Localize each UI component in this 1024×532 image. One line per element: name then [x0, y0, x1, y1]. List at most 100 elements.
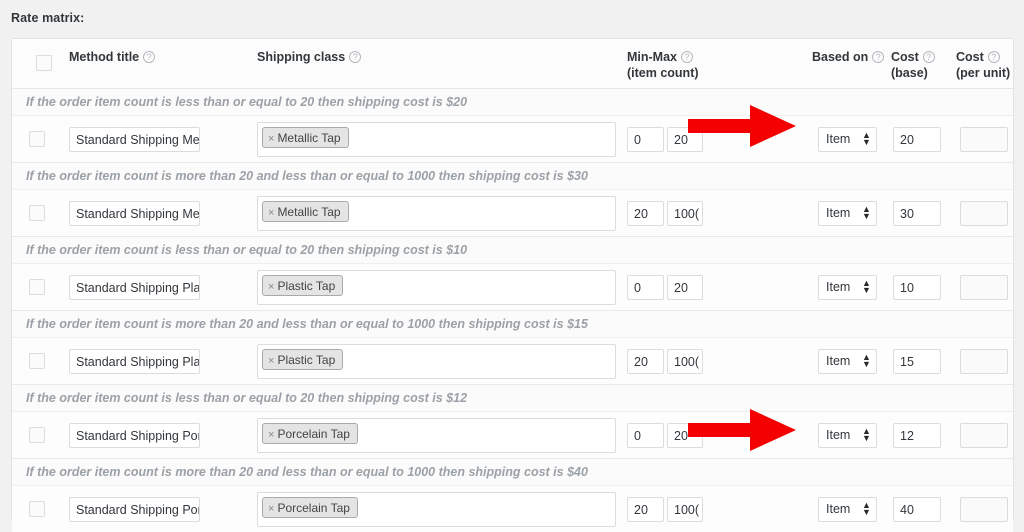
shipping-class-chip[interactable]: × Metallic Tap — [262, 127, 349, 148]
column-header-cost-per-unit-label: Cost — [956, 50, 984, 64]
cost-base-input[interactable]: 20 — [893, 127, 941, 152]
max-input[interactable]: 100( — [667, 349, 703, 374]
shipping-class-chip-label: Metallic Tap — [277, 205, 341, 219]
table-row: If the order item count is less than or … — [12, 237, 1013, 311]
column-header-cost-per-unit: Cost? (per unit) — [956, 49, 1010, 81]
cost-per-unit-input[interactable] — [960, 497, 1008, 522]
help-icon[interactable]: ? — [349, 51, 362, 63]
cost-per-unit-input[interactable] — [960, 201, 1008, 226]
row-select-checkbox[interactable] — [29, 205, 45, 221]
chevron-updown-icon: ▲ ▼ — [862, 352, 871, 369]
max-input[interactable]: 20 — [667, 127, 703, 152]
cost-base-input[interactable]: 15 — [893, 349, 941, 374]
chevron-updown-icon: ▲ ▼ — [862, 500, 871, 517]
chevron-updown-icon: ▲ ▼ — [862, 130, 871, 147]
chip-remove-icon[interactable]: × — [268, 281, 274, 293]
column-header-based-on-label: Based on — [812, 50, 869, 64]
method-title-input[interactable]: Standard Shipping Pla — [69, 275, 200, 300]
cost-base-input[interactable]: 30 — [893, 201, 941, 226]
method-title-input[interactable]: Standard Shipping Pla — [69, 349, 200, 374]
method-title-input[interactable]: Standard Shipping Por — [69, 423, 200, 448]
table-header: Method title? Shipping class? Min-Max? (… — [12, 39, 1013, 89]
rule-fields: Standard Shipping Por × Porcelain Tap 20 … — [12, 486, 1013, 532]
min-input[interactable]: 20 — [627, 349, 664, 374]
based-on-select[interactable]: Item ▲ ▼ — [818, 349, 877, 374]
chip-remove-icon[interactable]: × — [268, 355, 274, 367]
column-header-cost-base-sub: (base) — [891, 66, 928, 80]
shipping-class-chip[interactable]: × Plastic Tap — [262, 349, 344, 370]
based-on-select-value: Item — [826, 428, 851, 442]
chip-remove-icon[interactable]: × — [268, 503, 274, 515]
column-header-cost-base-label: Cost — [891, 50, 919, 64]
based-on-select-value: Item — [826, 206, 851, 220]
rule-fields: Standard Shipping Pla × Plastic Tap 0 20 … — [12, 264, 1013, 311]
column-header-method-title: Method title? — [69, 49, 156, 65]
rule-description: If the order item count is less than or … — [12, 385, 1013, 412]
row-select-checkbox[interactable] — [29, 427, 45, 443]
max-input[interactable]: 100( — [667, 201, 703, 226]
max-input[interactable]: 20 — [667, 423, 703, 448]
based-on-select[interactable]: Item ▲ ▼ — [818, 275, 877, 300]
chevron-updown-icon: ▲ ▼ — [862, 204, 871, 221]
shipping-class-input[interactable]: × Metallic Tap — [257, 196, 616, 231]
page-title: Rate matrix: — [11, 11, 85, 25]
shipping-class-chip[interactable]: × Porcelain Tap — [262, 423, 358, 444]
shipping-class-chip-label: Plastic Tap — [277, 279, 336, 293]
based-on-select[interactable]: Item ▲ ▼ — [818, 201, 877, 226]
method-title-input[interactable]: Standard Shipping Me — [69, 127, 200, 152]
rule-description: If the order item count is less than or … — [12, 89, 1013, 116]
help-icon[interactable]: ? — [872, 51, 885, 63]
row-select-checkbox[interactable] — [29, 501, 45, 517]
min-input[interactable]: 0 — [627, 275, 664, 300]
cost-per-unit-input[interactable] — [960, 275, 1008, 300]
column-header-cost-per-unit-sub: (per unit) — [956, 66, 1011, 80]
shipping-class-input[interactable]: × Metallic Tap — [257, 122, 616, 157]
min-input[interactable]: 20 — [627, 201, 664, 226]
help-icon[interactable]: ? — [143, 51, 156, 63]
column-header-cost-base: Cost? (base) — [891, 49, 935, 81]
based-on-select-value: Item — [826, 280, 851, 294]
method-title-input[interactable]: Standard Shipping Por — [69, 497, 200, 522]
table-row: If the order item count is more than 20 … — [12, 459, 1013, 532]
select-all-checkbox[interactable] — [36, 55, 52, 71]
row-select-checkbox[interactable] — [29, 131, 45, 147]
max-input[interactable]: 100( — [667, 497, 703, 522]
help-icon[interactable]: ? — [681, 51, 693, 63]
cost-base-input[interactable]: 12 — [893, 423, 941, 448]
help-icon[interactable]: ? — [922, 51, 935, 63]
shipping-class-input[interactable]: × Porcelain Tap — [257, 492, 616, 527]
cost-per-unit-input[interactable] — [960, 127, 1008, 152]
rule-description: If the order item count is more than 20 … — [12, 459, 1013, 486]
method-title-input[interactable]: Standard Shipping Me — [69, 201, 200, 226]
cost-base-input[interactable]: 40 — [893, 497, 941, 522]
max-input[interactable]: 20 — [667, 275, 703, 300]
cost-per-unit-input[interactable] — [960, 349, 1008, 374]
min-input[interactable]: 0 — [627, 423, 664, 448]
min-input[interactable]: 0 — [627, 127, 664, 152]
shipping-class-chip[interactable]: × Plastic Tap — [262, 275, 344, 296]
table-row: If the order item count is less than or … — [12, 385, 1013, 459]
help-icon[interactable]: ? — [987, 51, 1000, 63]
based-on-select[interactable]: Item ▲ ▼ — [818, 423, 877, 448]
cost-base-input[interactable]: 10 — [893, 275, 941, 300]
cost-per-unit-input[interactable] — [960, 423, 1008, 448]
chip-remove-icon[interactable]: × — [268, 133, 274, 145]
chip-remove-icon[interactable]: × — [268, 207, 274, 219]
row-select-checkbox[interactable] — [29, 353, 45, 369]
based-on-select-value: Item — [826, 132, 851, 146]
column-header-shipping-class-label: Shipping class — [257, 50, 346, 64]
rule-description: If the order item count is less than or … — [12, 237, 1013, 264]
based-on-select[interactable]: Item ▲ ▼ — [818, 497, 877, 522]
row-select-checkbox[interactable] — [29, 279, 45, 295]
shipping-class-chip[interactable]: × Metallic Tap — [262, 201, 349, 222]
min-input[interactable]: 20 — [627, 497, 664, 522]
based-on-select-value: Item — [826, 502, 851, 516]
shipping-class-input[interactable]: × Plastic Tap — [257, 270, 616, 305]
shipping-class-input[interactable]: × Plastic Tap — [257, 344, 616, 379]
column-header-shipping-class: Shipping class? — [257, 49, 362, 65]
shipping-class-chip[interactable]: × Porcelain Tap — [262, 497, 358, 518]
based-on-select[interactable]: Item ▲ ▼ — [818, 127, 877, 152]
shipping-class-input[interactable]: × Porcelain Tap — [257, 418, 616, 453]
chip-remove-icon[interactable]: × — [268, 429, 274, 441]
rule-fields: Standard Shipping Pla × Plastic Tap 20 10… — [12, 338, 1013, 385]
